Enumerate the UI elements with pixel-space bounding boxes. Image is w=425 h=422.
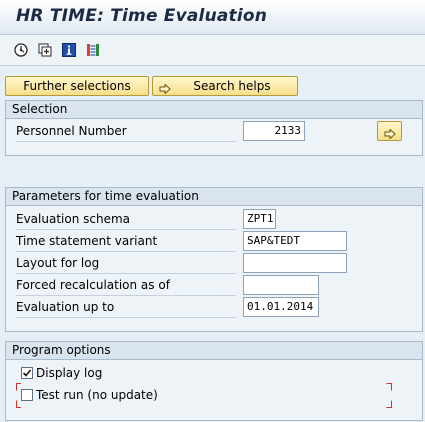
layout-for-log-field[interactable] <box>243 253 347 273</box>
page-title: HR TIME: Time Evaluation <box>16 6 268 26</box>
focus-bracket-top-right <box>386 383 392 391</box>
evaluation-schema-field[interactable]: ZPT1 <box>243 209 276 229</box>
display-log-checkbox[interactable] <box>21 367 33 379</box>
display-log-label: Display log <box>36 366 103 380</box>
forced-recalculation-label: Forced recalculation as of <box>16 275 236 296</box>
search-helps-button[interactable]: Search helps <box>152 76 298 96</box>
layout-for-log-label: Layout for log <box>16 253 236 274</box>
further-selections-label: Further selections <box>23 79 131 93</box>
evaluation-up-to-field[interactable]: 01.01.2014 <box>243 297 319 317</box>
evaluation-schema-label: Evaluation schema <box>16 209 236 230</box>
execute-icon[interactable] <box>14 43 28 57</box>
time-statement-variant-field[interactable]: SAP&TEDT <box>243 231 347 251</box>
test-run-label: Test run (no update) <box>36 388 158 402</box>
selection-header: Selection <box>6 101 422 119</box>
checkmark-icon <box>22 369 32 377</box>
personnel-number-label: Personnel Number <box>16 121 236 142</box>
title-bar: HR TIME: Time Evaluation <box>0 0 425 35</box>
arrow-right-icon <box>384 126 396 140</box>
further-selections-button[interactable]: Further selections <box>5 76 149 96</box>
search-helps-label: Search helps <box>193 79 271 93</box>
time-statement-variant-label: Time statement variant <box>16 231 236 252</box>
multiple-selection-button[interactable] <box>377 121 402 141</box>
application-toolbar <box>0 35 425 66</box>
arrow-right-icon <box>159 81 171 95</box>
program-options-group: Program options <box>5 341 423 421</box>
program-doc-icon[interactable] <box>86 43 100 57</box>
forced-recalculation-field[interactable] <box>243 275 319 295</box>
test-run-checkbox[interactable] <box>21 389 33 401</box>
focus-bracket-bottom-left <box>16 400 21 408</box>
parameters-header: Parameters for time evaluation <box>6 188 422 206</box>
program-options-header: Program options <box>6 342 422 360</box>
focus-bracket-top-left <box>16 383 21 391</box>
focus-bracket-bottom-right <box>386 400 392 408</box>
info-icon[interactable] <box>62 43 76 57</box>
personnel-number-field[interactable]: 2133 <box>243 121 305 141</box>
variant-icon[interactable] <box>38 43 52 57</box>
evaluation-up-to-label: Evaluation up to <box>16 297 236 318</box>
